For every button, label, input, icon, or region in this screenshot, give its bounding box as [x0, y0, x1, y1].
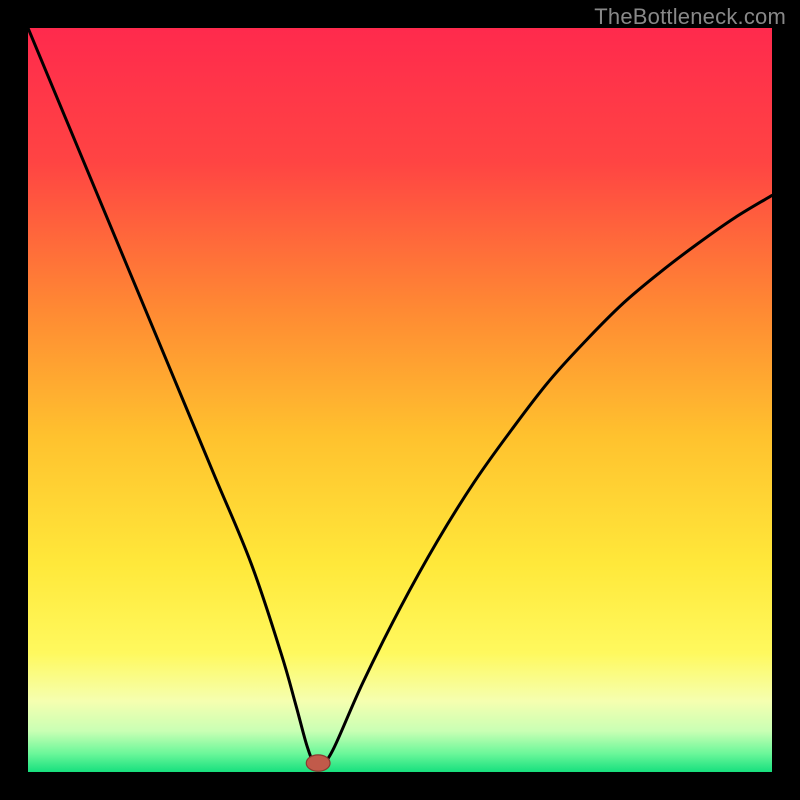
chart-frame: TheBottleneck.com: [0, 0, 800, 800]
gradient-background: [28, 28, 772, 772]
optimal-marker: [306, 755, 330, 771]
watermark-text: TheBottleneck.com: [594, 4, 786, 30]
chart-svg: [28, 28, 772, 772]
plot-area: [28, 28, 772, 772]
